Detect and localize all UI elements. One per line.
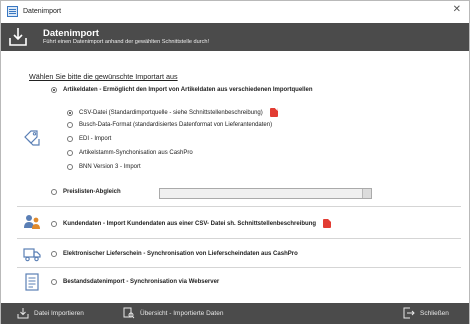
option-busch-data-label: Busch-Data-Format (standardisiertes Date… xyxy=(79,122,273,128)
radio-lieferschein-label: Elektronischer Lieferschein - Synchronis… xyxy=(63,251,298,257)
option-artikelstamm-sync-label: Artikelstamm-Synchonisation aus CashPro xyxy=(79,150,193,156)
close-label: Schließen xyxy=(420,309,449,317)
import-type-prompt: Wählen Sie bitte die gewünschte Importar… xyxy=(29,72,178,81)
option-busch-data-indicator[interactable] xyxy=(67,122,73,128)
preislisten-dropdown[interactable] xyxy=(159,188,372,199)
radio-artikeldaten[interactable]: Artikeldaten - Ermöglicht den Import von… xyxy=(51,87,313,93)
radio-artikeldaten-indicator[interactable] xyxy=(51,87,57,93)
import-file-label: Datei Importieren xyxy=(34,309,84,317)
title-bar: Datenimport ✕ xyxy=(1,1,469,21)
overview-imported-button[interactable]: Übersicht - Importierte Daten xyxy=(123,307,223,319)
document-list-icon xyxy=(25,273,39,291)
radio-preislisten-label: Preislisten-Abgleich xyxy=(63,189,121,195)
option-edi-import[interactable]: EDI - Import xyxy=(67,136,111,142)
radio-kundendaten[interactable]: Kundendaten - Import Kundendaten aus ein… xyxy=(51,219,332,228)
radio-preislisten[interactable]: Preislisten-Abgleich xyxy=(51,189,121,195)
option-csv-datei-label: CSV-Datei (Standardimportquelle - siehe … xyxy=(79,109,263,116)
overview-imported-label: Übersicht - Importierte Daten xyxy=(140,309,224,317)
option-busch-data[interactable]: Busch-Data-Format (standardisiertes Date… xyxy=(67,122,272,128)
radio-bestand[interactable]: Bestandsdatenimport - Synchronisation vi… xyxy=(51,279,219,285)
radio-kundendaten-indicator[interactable] xyxy=(51,220,57,227)
option-csv-datei[interactable]: CSV-Datei (Standardimportquelle - siehe … xyxy=(67,108,278,117)
import-arrow-icon xyxy=(7,26,29,48)
pdf-icon[interactable] xyxy=(269,108,278,117)
import-file-button[interactable]: Datei Importieren xyxy=(17,307,84,319)
import-icon xyxy=(17,307,29,319)
option-edi-import-label: EDI - Import xyxy=(79,136,112,142)
chevron-down-icon[interactable] xyxy=(362,189,371,198)
truck-icon xyxy=(23,248,41,262)
divider xyxy=(17,267,461,268)
radio-artikeldaten-label: Artikeldaten - Ermöglicht den Import von… xyxy=(63,87,313,93)
option-artikelstamm-sync[interactable]: Artikelstamm-Synchonisation aus CashPro xyxy=(67,150,193,156)
footer-bar: Datei Importieren Übersicht - Importiert… xyxy=(1,303,469,324)
window-title: Datenimport xyxy=(23,7,62,15)
option-bnn-import-indicator[interactable] xyxy=(67,164,73,170)
option-bnn-import-label: BNN Version 3 - Import xyxy=(79,164,141,170)
divider xyxy=(17,238,461,239)
radio-lieferschein[interactable]: Elektronischer Lieferschein - Synchronis… xyxy=(51,251,298,257)
radio-preislisten-indicator[interactable] xyxy=(51,189,57,195)
document-search-icon xyxy=(123,307,135,319)
radio-kundendaten-label: Kundendaten - Import Kundendaten aus ein… xyxy=(63,220,317,227)
close-icon[interactable]: ✕ xyxy=(453,5,461,15)
pdf-icon[interactable] xyxy=(323,219,332,228)
divider xyxy=(17,206,461,207)
option-artikelstamm-sync-indicator[interactable] xyxy=(67,150,73,156)
article-tags-icon xyxy=(24,130,40,146)
radio-lieferschein-indicator[interactable] xyxy=(51,251,57,257)
banner-subtitle: Führt einen Datenimport anhand der gewäh… xyxy=(43,39,210,45)
customers-icon xyxy=(24,215,40,229)
option-bnn-import[interactable]: BNN Version 3 - Import xyxy=(67,164,141,170)
radio-bestand-indicator[interactable] xyxy=(51,279,57,285)
app-icon xyxy=(7,5,18,17)
import-window: Datenimport ✕ Datenimport Führt einen Da… xyxy=(0,0,470,324)
option-csv-datei-indicator[interactable] xyxy=(67,109,73,116)
banner-title: Datenimport xyxy=(43,28,99,39)
radio-bestand-label: Bestandsdatenimport - Synchronisation vi… xyxy=(63,279,220,285)
option-edi-import-indicator[interactable] xyxy=(67,136,73,142)
close-button[interactable]: Schließen xyxy=(403,307,449,319)
exit-icon xyxy=(403,307,415,319)
header-banner: Datenimport Führt einen Datenimport anha… xyxy=(1,23,469,51)
